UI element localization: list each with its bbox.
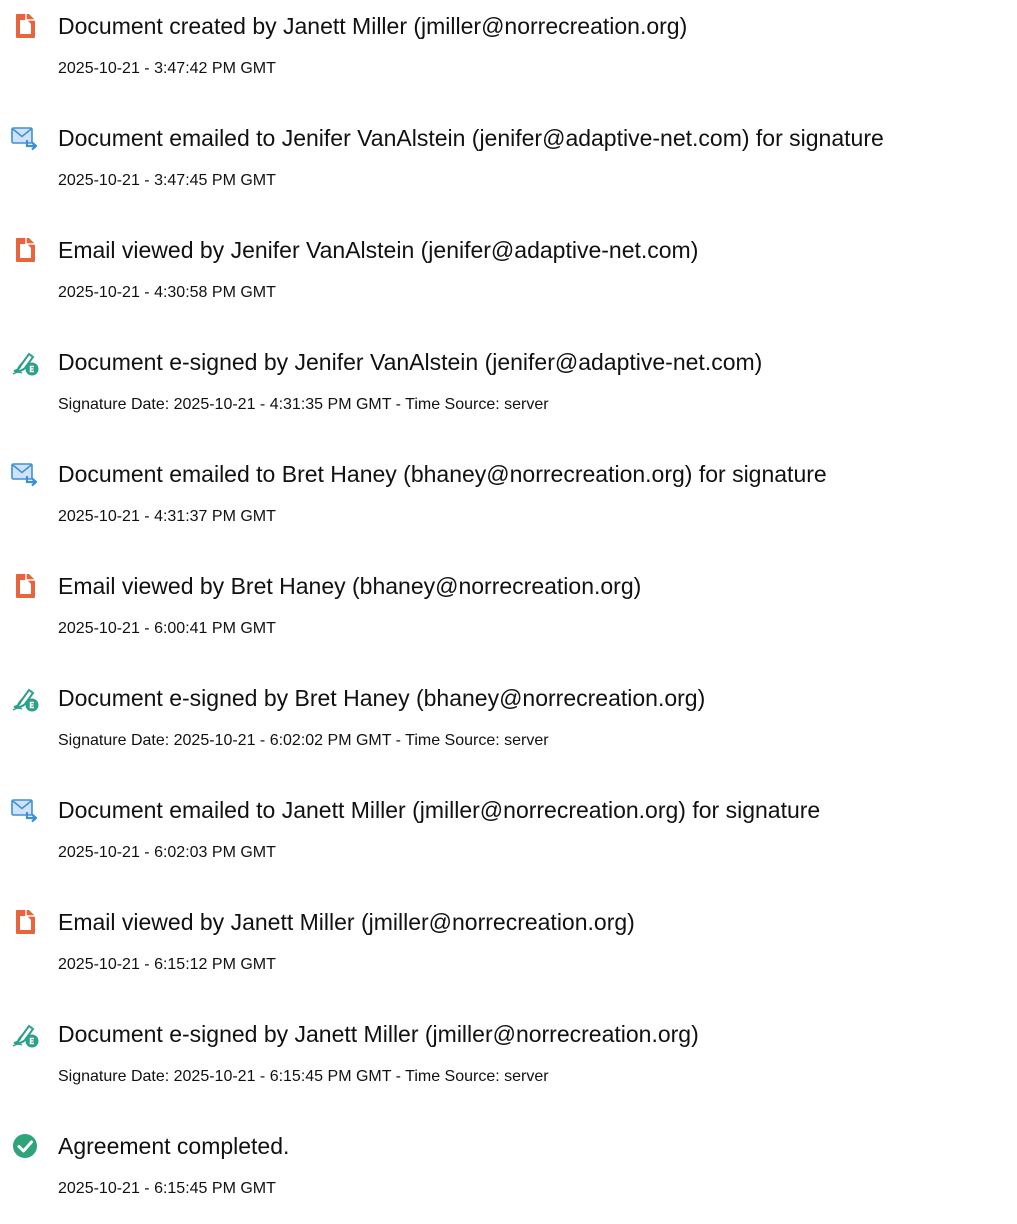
audit-event-email-sent: Document emailed to Bret Haney (bhaney@n…: [0, 448, 1017, 528]
document-icon: [10, 571, 40, 601]
event-timestamp: 2025-10-21 - 4:31:37 PM GMT: [58, 508, 276, 525]
audit-event-e-signed: Document e-signed by Janett Miller (jmil…: [0, 1008, 1017, 1088]
event-title: Document emailed to Jenifer VanAlstein (…: [58, 125, 884, 151]
event-timestamp: 2025-10-21 - 3:47:42 PM GMT: [58, 60, 276, 77]
event-title: Email viewed by Jenifer VanAlstein (jeni…: [58, 237, 699, 263]
event-timestamp: 2025-10-21 - 6:00:41 PM GMT: [58, 620, 276, 637]
audit-event-email-sent: Document emailed to Janett Miller (jmill…: [0, 784, 1017, 864]
event-signature-date: Signature Date: 2025-10-21 - 4:31:35 PM …: [58, 396, 549, 413]
document-icon: [10, 907, 40, 937]
document-icon: [10, 11, 40, 41]
event-title: Document e-signed by Janett Miller (jmil…: [58, 1021, 699, 1047]
audit-event-email-viewed: Email viewed by Jenifer VanAlstein (jeni…: [0, 224, 1017, 304]
event-signature-date: Signature Date: 2025-10-21 - 6:02:02 PM …: [58, 732, 549, 749]
event-title: Document emailed to Janett Miller (jmill…: [58, 797, 821, 823]
audit-event-email-viewed: Email viewed by Bret Haney (bhaney@norre…: [0, 560, 1017, 640]
email-icon: [10, 123, 40, 153]
event-title: Document created by Janett Miller (jmill…: [58, 13, 688, 39]
e-sign-icon: [10, 1019, 40, 1049]
event-timestamp: 2025-10-21 - 4:30:58 PM GMT: [58, 284, 276, 301]
e-sign-icon: [10, 683, 40, 713]
audit-event-e-signed: Document e-signed by Bret Haney (bhaney@…: [0, 672, 1017, 752]
e-sign-icon: [10, 347, 40, 377]
event-timestamp: 2025-10-21 - 3:47:45 PM GMT: [58, 172, 276, 189]
event-title: Agreement completed.: [58, 1133, 290, 1159]
event-title: Email viewed by Janett Miller (jmiller@n…: [58, 909, 635, 935]
event-title: Document e-signed by Bret Haney (bhaney@…: [58, 685, 706, 711]
event-timestamp: 2025-10-21 - 6:15:45 PM GMT: [58, 1180, 276, 1197]
audit-event-agreement-completed: Agreement completed. 2025-10-21 - 6:15:4…: [0, 1120, 1017, 1200]
audit-event-email-viewed: Email viewed by Janett Miller (jmiller@n…: [0, 896, 1017, 976]
audit-event-document-created: Document created by Janett Miller (jmill…: [0, 0, 1017, 80]
event-timestamp: 2025-10-21 - 6:15:12 PM GMT: [58, 956, 276, 973]
check-circle-icon: [10, 1131, 40, 1161]
email-icon: [10, 795, 40, 825]
event-title: Document e-signed by Jenifer VanAlstein …: [58, 349, 763, 375]
event-timestamp: 2025-10-21 - 6:02:03 PM GMT: [58, 844, 276, 861]
event-title: Email viewed by Bret Haney (bhaney@norre…: [58, 573, 642, 599]
audit-event-e-signed: Document e-signed by Jenifer VanAlstein …: [0, 336, 1017, 416]
audit-event-email-sent: Document emailed to Jenifer VanAlstein (…: [0, 112, 1017, 192]
email-icon: [10, 459, 40, 489]
event-signature-date: Signature Date: 2025-10-21 - 6:15:45 PM …: [58, 1068, 549, 1085]
event-title: Document emailed to Bret Haney (bhaney@n…: [58, 461, 827, 487]
document-icon: [10, 235, 40, 265]
